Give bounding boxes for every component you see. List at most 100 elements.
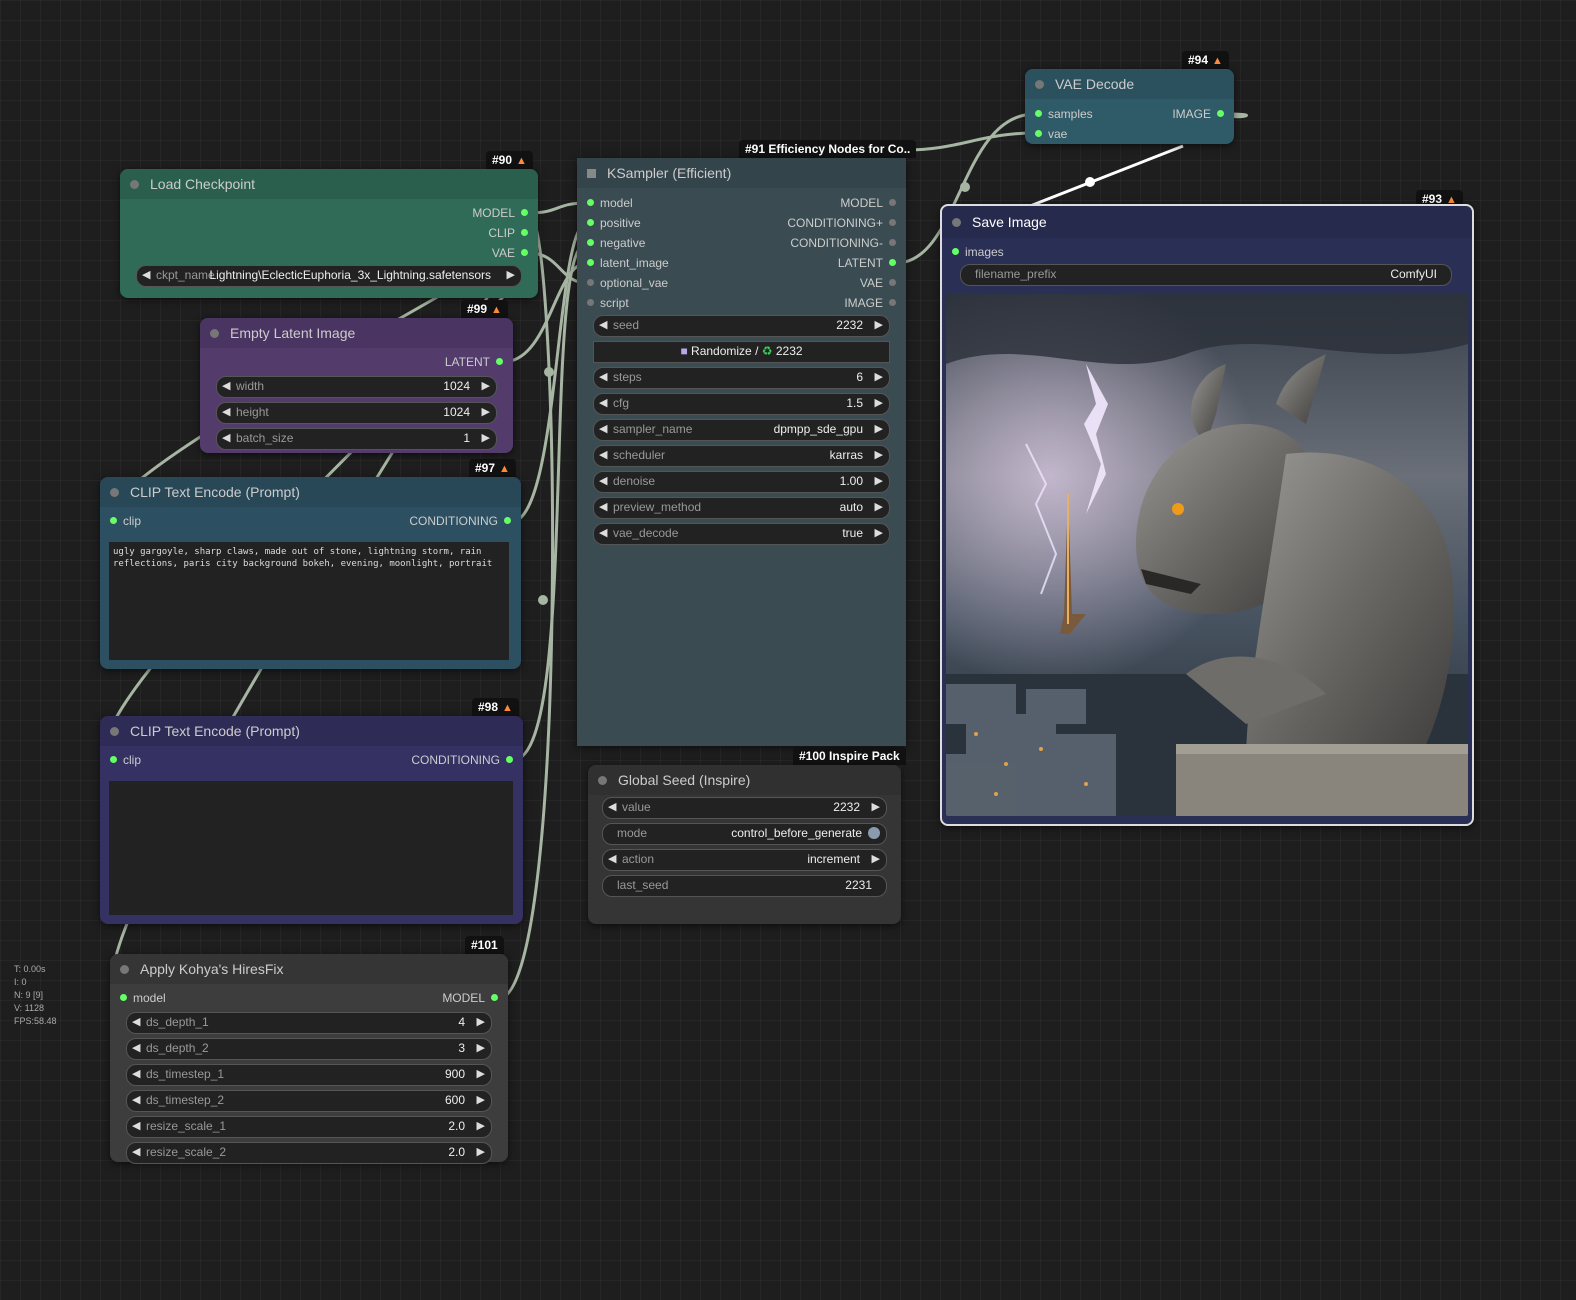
input-samples[interactable]: samples	[1035, 104, 1093, 124]
output-latent[interactable]: LATENT	[445, 352, 503, 372]
output-pin[interactable]	[521, 249, 528, 257]
arrow-left-icon[interactable]: ◀	[599, 524, 607, 542]
kohya-hiresfix-node[interactable]: Apply Kohya's HiresFix model MODEL ◀ ds_d…	[110, 954, 508, 1164]
input-pin[interactable]	[587, 259, 594, 267]
arrow-right-icon[interactable]: ▶	[482, 403, 490, 421]
output-pin[interactable]	[889, 279, 896, 287]
collapse-dot-icon[interactable]	[110, 727, 119, 736]
height-widget[interactable]: ◀ height 1024 ▶	[216, 402, 497, 424]
input-optional-vae[interactable]: optional_vae	[587, 273, 668, 293]
arrow-right-icon[interactable]: ▶	[477, 1143, 485, 1161]
arrow-right-icon[interactable]: ▶	[507, 266, 515, 284]
arrow-left-icon[interactable]: ◀	[599, 446, 607, 464]
output-pin[interactable]	[889, 259, 896, 267]
arrow-right-icon[interactable]: ▶	[875, 498, 883, 516]
arrow-left-icon[interactable]: ◀	[222, 429, 230, 447]
output-pin[interactable]	[496, 358, 503, 366]
input-pin[interactable]	[1035, 110, 1042, 118]
cfg-widget[interactable]: ◀ cfg 1.5 ▶	[593, 393, 890, 415]
collapse-square-icon[interactable]	[587, 169, 596, 178]
clip-text-encode-negative-node[interactable]: CLIP Text Encode (Prompt) clip CONDITION…	[100, 716, 523, 924]
prompt-textarea[interactable]	[109, 781, 513, 915]
input-pin[interactable]	[587, 299, 594, 307]
output-conditioning-neg[interactable]: CONDITIONING-	[790, 233, 896, 253]
output-conditioning[interactable]: CONDITIONING	[411, 750, 513, 770]
output-vae[interactable]: VAE	[492, 243, 528, 263]
arrow-left-icon[interactable]: ◀	[599, 420, 607, 438]
node-title[interactable]: CLIP Text Encode (Prompt)	[100, 716, 523, 746]
arrow-left-icon[interactable]: ◀	[599, 472, 607, 490]
output-pin[interactable]	[521, 209, 528, 217]
output-pin[interactable]	[889, 239, 896, 247]
arrow-left-icon[interactable]: ◀	[599, 316, 607, 334]
output-pin[interactable]	[889, 199, 896, 207]
arrow-left-icon[interactable]: ◀	[132, 1117, 140, 1135]
width-widget[interactable]: ◀ width 1024 ▶	[216, 376, 497, 398]
input-negative[interactable]: negative	[587, 233, 645, 253]
output-model[interactable]: MODEL	[442, 988, 498, 1008]
ckpt-name-combo[interactable]: ◀ ckpt_name Lightning\EclecticEuphoria_3…	[136, 265, 522, 287]
collapse-dot-icon[interactable]	[598, 776, 607, 785]
collapse-dot-icon[interactable]	[952, 218, 961, 227]
input-model[interactable]: model	[587, 193, 633, 213]
node-title[interactable]: Apply Kohya's HiresFix	[110, 954, 508, 984]
input-script[interactable]: script	[587, 293, 629, 313]
node-title[interactable]: KSampler (Efficient)	[577, 158, 906, 188]
sampler-name-widget[interactable]: ◀ sampler_name dpmpp_sde_gpu ▶	[593, 419, 890, 441]
arrow-right-icon[interactable]: ▶	[477, 1013, 485, 1031]
prompt-textarea[interactable]: ugly gargoyle, sharp claws, made out of …	[109, 542, 509, 660]
output-conditioning-pos[interactable]: CONDITIONING+	[787, 213, 896, 233]
arrow-left-icon[interactable]: ◀	[132, 1039, 140, 1057]
clip-text-encode-positive-node[interactable]: CLIP Text Encode (Prompt) clip CONDITION…	[100, 477, 521, 669]
last-seed-widget[interactable]: last_seed 2231	[602, 875, 887, 897]
arrow-right-icon[interactable]: ▶	[875, 316, 883, 334]
resize-scale-1-widget[interactable]: ◀ resize_scale_1 2.0 ▶	[126, 1116, 492, 1138]
vae-decode-widget[interactable]: ◀ vae_decode true ▶	[593, 523, 890, 545]
arrow-left-icon[interactable]: ◀	[132, 1143, 140, 1161]
batch-size-widget[interactable]: ◀ batch_size 1 ▶	[216, 428, 497, 450]
output-model[interactable]: MODEL	[472, 203, 528, 223]
output-image[interactable]: IMAGE	[844, 293, 896, 313]
arrow-right-icon[interactable]: ▶	[477, 1091, 485, 1109]
arrow-right-icon[interactable]: ▶	[872, 850, 880, 868]
output-pin[interactable]	[491, 994, 498, 1002]
arrow-left-icon[interactable]: ◀	[608, 850, 616, 868]
node-title[interactable]: VAE Decode	[1025, 69, 1234, 99]
output-pin[interactable]	[1217, 110, 1224, 118]
input-pin[interactable]	[110, 517, 117, 525]
steps-widget[interactable]: ◀ steps 6 ▶	[593, 367, 890, 389]
input-pin[interactable]	[587, 199, 594, 207]
save-image-node[interactable]: Save Image images filename_prefix ComfyU…	[940, 204, 1474, 826]
collapse-dot-icon[interactable]	[210, 329, 219, 338]
collapse-dot-icon[interactable]	[1035, 80, 1044, 89]
collapse-dot-icon[interactable]	[130, 180, 139, 189]
ksampler-efficient-node[interactable]: KSampler (Efficient) model MODEL positiv…	[577, 158, 906, 746]
seed-widget[interactable]: ◀ seed 2232 ▶	[593, 315, 890, 337]
value-widget[interactable]: ◀ value 2232 ▶	[602, 797, 887, 819]
load-checkpoint-node[interactable]: Load Checkpoint MODEL CLIP VAE ◀ ckpt_na…	[120, 169, 538, 298]
mode-toggle[interactable]: mode control_before_generate	[602, 823, 887, 845]
collapse-dot-icon[interactable]	[110, 488, 119, 497]
vae-decode-node[interactable]: VAE Decode samples IMAGE vae	[1025, 69, 1234, 144]
arrow-right-icon[interactable]: ▶	[875, 420, 883, 438]
output-pin[interactable]	[889, 219, 896, 227]
input-pin[interactable]	[587, 279, 594, 287]
input-pin[interactable]	[110, 756, 117, 764]
input-pin[interactable]	[587, 219, 594, 227]
arrow-left-icon[interactable]: ◀	[222, 403, 230, 421]
input-clip[interactable]: clip	[110, 750, 141, 770]
arrow-right-icon[interactable]: ▶	[477, 1117, 485, 1135]
input-pin[interactable]	[587, 239, 594, 247]
output-image[interactable]: IMAGE	[1172, 104, 1224, 124]
arrow-left-icon[interactable]: ◀	[599, 394, 607, 412]
arrow-left-icon[interactable]: ◀	[599, 498, 607, 516]
output-pin[interactable]	[506, 756, 513, 764]
arrow-left-icon[interactable]: ◀	[132, 1065, 140, 1083]
input-latent-image[interactable]: latent_image	[587, 253, 669, 273]
arrow-right-icon[interactable]: ▶	[872, 798, 880, 816]
arrow-right-icon[interactable]: ▶	[477, 1039, 485, 1057]
output-image-preview[interactable]	[946, 294, 1468, 816]
arrow-right-icon[interactable]: ▶	[875, 368, 883, 386]
input-positive[interactable]: positive	[587, 213, 641, 233]
arrow-right-icon[interactable]: ▶	[482, 429, 490, 447]
